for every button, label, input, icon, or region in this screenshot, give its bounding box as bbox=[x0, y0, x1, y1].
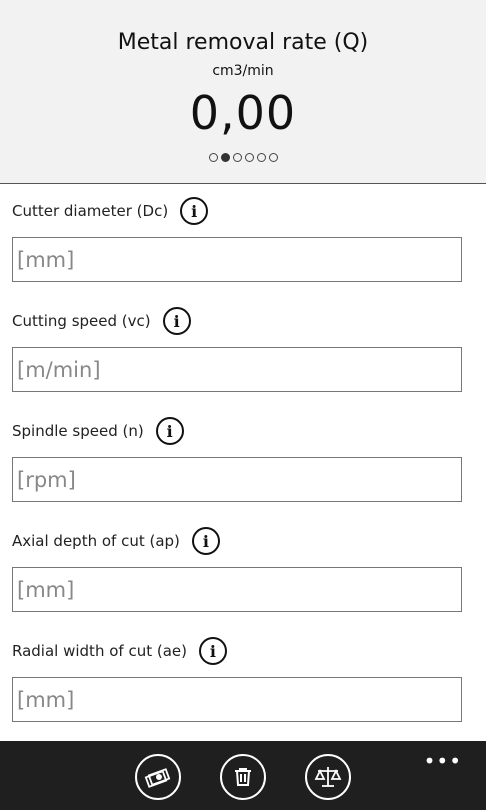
more-options-button[interactable]: ••• bbox=[424, 749, 462, 773]
field-cutting-speed: Cutting speed (vc) i bbox=[12, 306, 462, 392]
spindle-speed-input[interactable] bbox=[12, 457, 462, 502]
info-icon[interactable]: i bbox=[162, 307, 191, 335]
page-indicator bbox=[0, 153, 486, 162]
result-unit: cm3/min bbox=[212, 63, 274, 79]
info-icon[interactable]: i bbox=[198, 637, 227, 665]
field-label: Cutting speed (vc) bbox=[12, 312, 151, 330]
axial-depth-input[interactable] bbox=[12, 567, 462, 612]
info-icon[interactable]: i bbox=[180, 197, 209, 225]
field-cutter-diameter: Cutter diameter (Dc) i bbox=[12, 196, 462, 282]
page-dot[interactable] bbox=[268, 153, 278, 162]
field-axial-depth: Axial depth of cut (ap) i bbox=[12, 526, 462, 612]
app-bar: ••• bbox=[0, 741, 486, 810]
cost-button[interactable] bbox=[135, 754, 181, 800]
delete-button[interactable] bbox=[220, 754, 266, 800]
page-title: Metal removal rate (Q) bbox=[117, 30, 369, 55]
cutter-diameter-input[interactable] bbox=[12, 237, 462, 282]
field-label: Cutter diameter (Dc) bbox=[12, 202, 169, 220]
field-label: Spindle speed (n) bbox=[12, 422, 144, 440]
money-icon bbox=[144, 768, 171, 788]
trash-icon bbox=[235, 768, 251, 786]
page-dot[interactable] bbox=[256, 153, 266, 162]
field-label: Axial depth of cut (ap) bbox=[12, 532, 180, 550]
compare-button[interactable] bbox=[305, 754, 351, 800]
page-dot[interactable] bbox=[244, 153, 254, 162]
cutting-speed-input[interactable] bbox=[12, 347, 462, 392]
radial-width-input[interactable] bbox=[12, 677, 462, 722]
info-icon[interactable]: i bbox=[155, 417, 184, 445]
info-icon[interactable]: i bbox=[191, 527, 220, 555]
field-radial-width: Radial width of cut (ae) i bbox=[12, 636, 462, 722]
page-dot[interactable] bbox=[208, 153, 218, 162]
page-dot[interactable] bbox=[232, 153, 242, 162]
field-spindle-speed: Spindle speed (n) i bbox=[12, 416, 462, 502]
result-header: Metal removal rate (Q) cm3/min 0,00 bbox=[0, 0, 486, 184]
scales-icon bbox=[314, 767, 342, 787]
result-value: 0,00 bbox=[189, 86, 297, 140]
page-dot-active[interactable] bbox=[220, 153, 230, 162]
field-label: Radial width of cut (ae) bbox=[12, 642, 187, 660]
